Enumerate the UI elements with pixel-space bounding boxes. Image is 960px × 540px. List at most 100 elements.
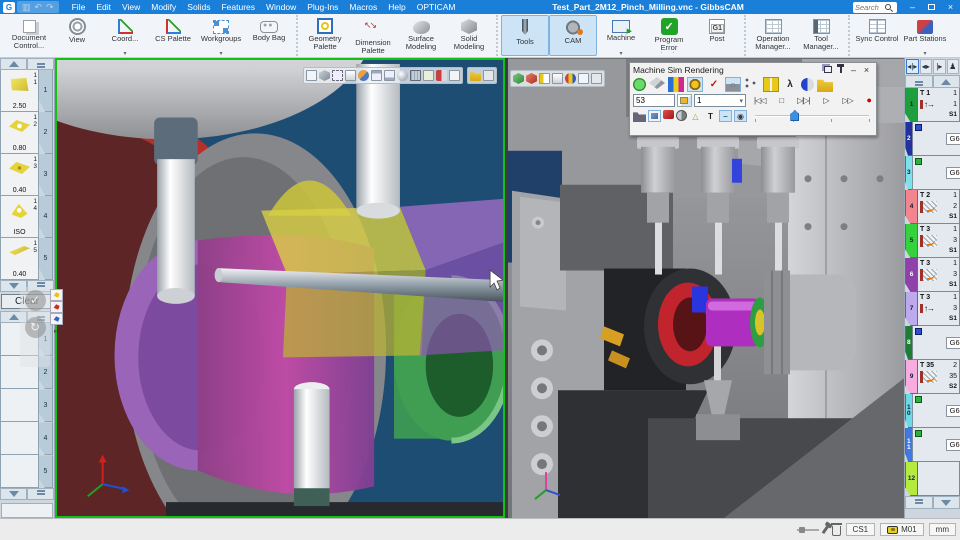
top-view-icon[interactable] (371, 70, 382, 81)
capture-image-button[interactable] (677, 94, 692, 107)
frame-number-input[interactable] (633, 94, 675, 107)
slot-tab[interactable]: 5 (39, 455, 53, 488)
save-icon[interactable]: ▥ (22, 2, 31, 12)
operation-tab[interactable]: 4 (905, 190, 918, 224)
part-model-3d-scene[interactable] (57, 60, 503, 516)
tool-tab[interactable]: 2 (39, 112, 53, 154)
document-control-button[interactable]: Document Control... (5, 15, 53, 56)
play-button[interactable]: ▷ (823, 94, 828, 107)
operation-tab[interactable]: 2 (905, 122, 913, 156)
search-input[interactable] (855, 3, 885, 12)
slot-tab[interactable]: 4 (39, 422, 53, 455)
machine-pie-icon[interactable] (565, 73, 576, 84)
pin-icon[interactable] (821, 525, 829, 534)
solid-modeling-button[interactable]: Solid Modeling (445, 15, 493, 56)
text-display-icon[interactable]: T (704, 110, 717, 122)
scroll-to-bottom-button[interactable] (905, 496, 933, 509)
process-slot[interactable]: 3 (0, 389, 54, 422)
scroll-down-button[interactable] (0, 488, 27, 500)
scroll-down-button[interactable] (933, 496, 960, 509)
tool-tab[interactable]: 3 (39, 154, 53, 196)
menu-item[interactable]: Modify (146, 2, 181, 12)
lock-icon[interactable]: ∩ (725, 77, 741, 92)
menu-item[interactable]: Macros (344, 2, 382, 12)
workgroups-button[interactable]: Workgroups (197, 15, 245, 56)
section-view-icon[interactable] (436, 70, 447, 81)
menu-item[interactable]: Window (261, 2, 301, 12)
verify-check-icon[interactable]: ✓ (706, 77, 722, 92)
bag-options-icon[interactable] (483, 70, 494, 81)
operation-tab[interactable]: 5 (905, 224, 918, 258)
machine-housing-icon[interactable] (633, 110, 646, 122)
surface-modeling-button[interactable]: Surface Modeling (397, 15, 445, 56)
menu-item[interactable]: Help (383, 2, 410, 12)
process-tree-icon[interactable] (744, 77, 760, 92)
operation-tab[interactable]: 9 (905, 360, 918, 394)
fixture-display-icon[interactable] (663, 110, 674, 119)
machine-sim-rendering-panel[interactable]: Machine Sim Rendering – × ✓∩λ 1 ▾ |◁◁□▷|… (629, 62, 877, 136)
operation-tab[interactable]: 1 (905, 88, 918, 122)
redo-icon[interactable]: ↷ (46, 2, 54, 12)
coord-button[interactable]: Coord... (101, 15, 149, 56)
tool-tile[interactable]: 12 0.80 2 (0, 112, 54, 154)
tool-display-icon[interactable] (539, 73, 550, 84)
trash-icon[interactable] (832, 526, 841, 536)
operation-tab[interactable]: 7 (905, 292, 918, 326)
menu-item[interactable]: View (117, 2, 145, 12)
front-view-icon[interactable] (384, 70, 395, 81)
view-button[interactable]: View (53, 15, 101, 56)
float-window-button[interactable] (821, 64, 834, 76)
generic-aptcl-button[interactable]: Generic AptCL (949, 15, 960, 56)
operator-run-icon[interactable]: λ (782, 77, 798, 92)
operation-manager-button[interactable]: Operation Manager... (749, 15, 797, 56)
search-box[interactable] (853, 2, 897, 13)
operation-tile[interactable]: 12 ↑→ (905, 462, 960, 496)
sim-options-icon[interactable] (591, 73, 602, 84)
open-sim-file-icon[interactable] (817, 77, 833, 92)
operation-tile[interactable]: 11 2 ↑→ G622 S (905, 428, 960, 462)
undo-icon[interactable]: ↶ (35, 2, 43, 12)
speed-slider-handle[interactable] (790, 110, 799, 121)
part-stations-button[interactable]: Part Stations (901, 15, 949, 56)
display-options-icon[interactable] (449, 70, 460, 81)
redo-button[interactable]: ↻ (25, 317, 46, 338)
tool-tab[interactable]: 4 (39, 196, 53, 238)
shaded-view-icon[interactable] (397, 70, 408, 81)
menu-item[interactable]: Plug-Ins (302, 2, 343, 12)
fast-forward-button[interactable]: ▷▷ (842, 94, 852, 107)
operation-tab[interactable]: 12 (905, 462, 918, 496)
tool-tab[interactable]: 5 (39, 238, 53, 280)
menu-item[interactable]: File (67, 2, 91, 12)
operation-tab[interactable]: 6 (905, 258, 918, 292)
restore-button[interactable] (922, 0, 941, 14)
visibility-eye-icon[interactable]: ◉ (734, 110, 747, 122)
sim-settings-gear-icon[interactable] (687, 77, 703, 92)
stock-cube-icon[interactable] (513, 73, 524, 84)
optional-stop-badge[interactable]: M01 (880, 523, 924, 536)
previous-view-icon[interactable] (345, 70, 356, 81)
render-stock-icon[interactable] (649, 77, 665, 92)
tool-tile[interactable]: 11 2.50 1 (0, 70, 54, 112)
flyout-expand-arrow[interactable]: ▸ (50, 327, 66, 335)
tool-tab[interactable]: 1 (39, 70, 53, 112)
do-it-button[interactable]: ✓ (25, 290, 46, 311)
redraw-icon[interactable] (423, 70, 434, 81)
stop-button[interactable]: □ (779, 94, 783, 107)
tool-group-dropdown[interactable]: 1 ▾ (694, 94, 746, 107)
operation-tile[interactable]: 4 T 2 1 ↑→ 2 S1 (905, 190, 960, 224)
operation-tab[interactable]: 11 (905, 428, 913, 462)
operation-tile[interactable]: 2 1 ↑→ G630 S1 (905, 122, 960, 156)
menu-item[interactable]: OPTICAM (412, 2, 461, 12)
operation-tile[interactable]: 7 T 3 1 ↑→ 3 S1 (905, 292, 960, 326)
sync-view-3-icon[interactable]: |▸ (933, 59, 946, 74)
cs-palette-button[interactable]: CS Palette (149, 15, 197, 56)
tool-tile[interactable]: 14 ISO 4 (0, 196, 54, 238)
menu-item[interactable]: Edit (91, 2, 116, 12)
zoom-window-icon[interactable] (332, 70, 343, 81)
menu-item[interactable]: Features (216, 2, 260, 12)
sync-view-2-icon[interactable]: ◂▸ (920, 59, 933, 74)
sim-window-icon[interactable] (578, 73, 589, 84)
scroll-to-top-button[interactable] (27, 58, 54, 70)
slot-tab[interactable]: 3 (39, 389, 53, 422)
stock-display-icon[interactable] (648, 110, 661, 122)
